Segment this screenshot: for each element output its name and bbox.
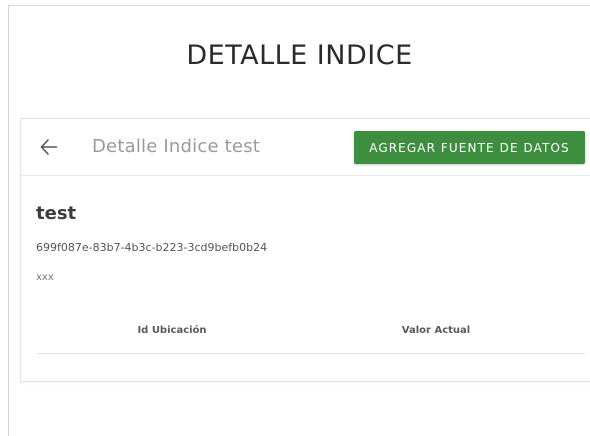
page-title: DETALLE INDICE [186,40,413,71]
page-frame: DETALLE INDICE Detalle Indice test AGREG… [8,5,590,436]
toolbar-title: Detalle Indice test [92,136,261,157]
card-toolbar: Detalle Indice test AGREGAR FUENTE DE DA… [21,119,590,176]
index-name: test [36,203,77,224]
index-id: 699f087e-83b7-4b3c-b223-3cd9befb0b24 [36,241,268,254]
detail-card: Detalle Indice test AGREGAR FUENTE DE DA… [20,118,590,382]
index-description: xxx [36,272,54,283]
column-header-id-ubicacion[interactable]: Id Ubicación [97,325,247,336]
column-header-valor-actual[interactable]: Valor Actual [361,325,511,336]
table-header: Id Ubicación Valor Actual [37,315,585,354]
add-data-source-button[interactable]: AGREGAR FUENTE DE DATOS [354,131,585,164]
arrow-left-icon[interactable] [40,135,58,159]
